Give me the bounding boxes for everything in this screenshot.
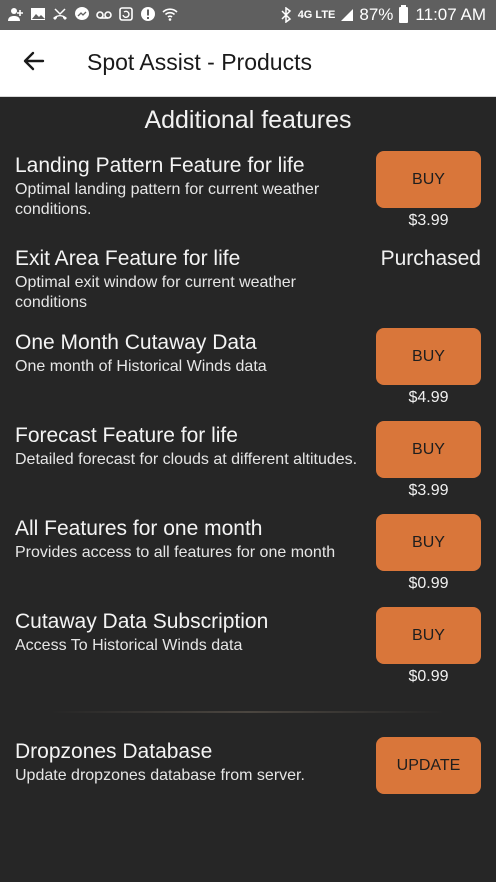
product-price: $0.99 <box>408 575 449 592</box>
product-title: Landing Pattern Feature for life <box>15 154 305 177</box>
back-button[interactable] <box>12 42 56 84</box>
buy-landing-pattern-button[interactable]: BUY <box>376 151 481 208</box>
buy-forecast-button[interactable]: BUY <box>376 421 481 478</box>
wifi-calling-icon <box>162 5 178 23</box>
status-bar: 4G LTE 87% 11:07 AM <box>0 0 496 30</box>
battery-percent: 87% <box>359 5 394 24</box>
product-description: One month of Historical Winds data <box>15 358 267 375</box>
buy-cutaway-month-button[interactable]: BUY <box>376 328 481 385</box>
page-title: Spot Assist - Products <box>87 49 312 75</box>
missed-call-icon <box>52 5 68 23</box>
system-status: 4G LTE 87% 11:07 AM <box>278 5 486 25</box>
product-item-forecast: Forecast Feature for life Detailed forec… <box>15 423 365 470</box>
bluetooth-icon <box>278 6 294 24</box>
database-title: Dropzones Database <box>15 740 213 763</box>
notification-icons <box>8 5 178 23</box>
product-price: $0.99 <box>408 668 449 685</box>
product-description: Detailed forecast for clouds at differen… <box>15 451 358 468</box>
clock: 11:07 AM <box>415 5 486 24</box>
app-toolbar: Spot Assist - Products <box>0 30 496 97</box>
product-description: Optimal landing pattern for current weat… <box>15 181 320 218</box>
product-description: Provides access to all features for one … <box>15 544 336 561</box>
buy-cutaway-subscription-button[interactable]: BUY <box>376 607 481 664</box>
product-title: Cutaway Data Subscription <box>15 610 269 633</box>
purchased-status: Purchased <box>380 247 481 270</box>
image-icon <box>30 5 46 23</box>
divider <box>50 711 446 713</box>
product-item-exit-area: Exit Area Feature for life Optimal exit … <box>15 246 365 313</box>
product-item-cutaway-month: One Month Cutaway Data One month of Hist… <box>15 330 365 377</box>
add-person-icon <box>8 5 24 23</box>
product-price: $3.99 <box>408 212 449 229</box>
product-description: Access To Historical Winds data <box>15 637 243 654</box>
product-title: Forecast Feature for life <box>15 424 238 447</box>
product-price: $4.99 <box>408 389 449 406</box>
product-title: One Month Cutaway Data <box>15 331 257 354</box>
database-description: Update dropzones database from server. <box>15 767 305 784</box>
update-database-button[interactable]: UPDATE <box>376 737 481 794</box>
battery-icon <box>399 5 409 23</box>
voicemail-icon <box>96 5 112 23</box>
buy-all-features-button[interactable]: BUY <box>376 514 481 571</box>
alert-icon <box>140 5 156 23</box>
messenger-icon <box>74 5 90 23</box>
dropzones-database-item: Dropzones Database Update dropzones data… <box>15 739 365 786</box>
product-item-all-features: All Features for one month Provides acce… <box>15 516 365 563</box>
product-item-landing-pattern: Landing Pattern Feature for life Optimal… <box>15 153 365 220</box>
network-type: 4G LTE <box>297 9 336 21</box>
product-title: Exit Area Feature for life <box>15 247 241 270</box>
product-title: All Features for one month <box>15 517 263 540</box>
product-price: $3.99 <box>408 482 449 499</box>
product-item-cutaway-subscription: Cutaway Data Subscription Access To Hist… <box>15 609 365 656</box>
arrow-left-icon <box>22 49 46 78</box>
section-title: Additional features <box>144 106 352 134</box>
signal-icon <box>339 6 355 24</box>
product-description: Optimal exit window for current weather … <box>15 274 296 311</box>
refresh-icon <box>118 5 134 23</box>
